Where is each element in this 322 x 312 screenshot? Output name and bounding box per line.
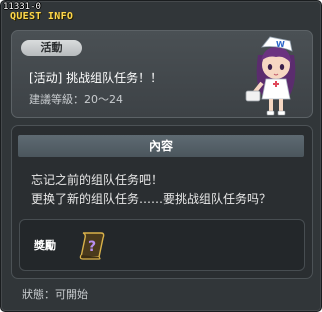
content-header: 內容: [18, 135, 304, 157]
reward-box: 獎勵 ?: [19, 219, 305, 271]
event-badge: 活動: [21, 40, 82, 56]
quest-info-window: 11331-0 QUEST INFO 活動 [活动] 挑战组队任务！！ 建議等級…: [0, 0, 322, 312]
recommended-level: 建議等級：20～24: [29, 93, 123, 106]
npc-nurse-icon: W: [245, 36, 296, 116]
quest-content-panel: 內容 忘记之前的组队任务吧！ 更换了新的组队任务……要挑战组队任务吗？ 獎勵 ?: [11, 125, 313, 279]
mystery-scroll-icon[interactable]: ?: [77, 229, 107, 261]
quest-name: [活动] 挑战组队任务！！: [29, 71, 163, 85]
description-line-2: 更换了新的组队任务……要挑战组队任务吗？: [31, 192, 272, 206]
quest-status: 狀態：可開始: [22, 288, 88, 301]
svg-text:?: ?: [88, 239, 96, 255]
quest-summary-panel: 活動 [活动] 挑战组队任务！！ 建議等級：20～24 W: [11, 30, 313, 118]
description-line-1: 忘记之前的组队任务吧！: [31, 173, 164, 187]
window-title: QUEST INFO: [10, 11, 74, 22]
reward-label: 獎勵: [34, 239, 56, 252]
svg-text:W: W: [276, 40, 285, 49]
